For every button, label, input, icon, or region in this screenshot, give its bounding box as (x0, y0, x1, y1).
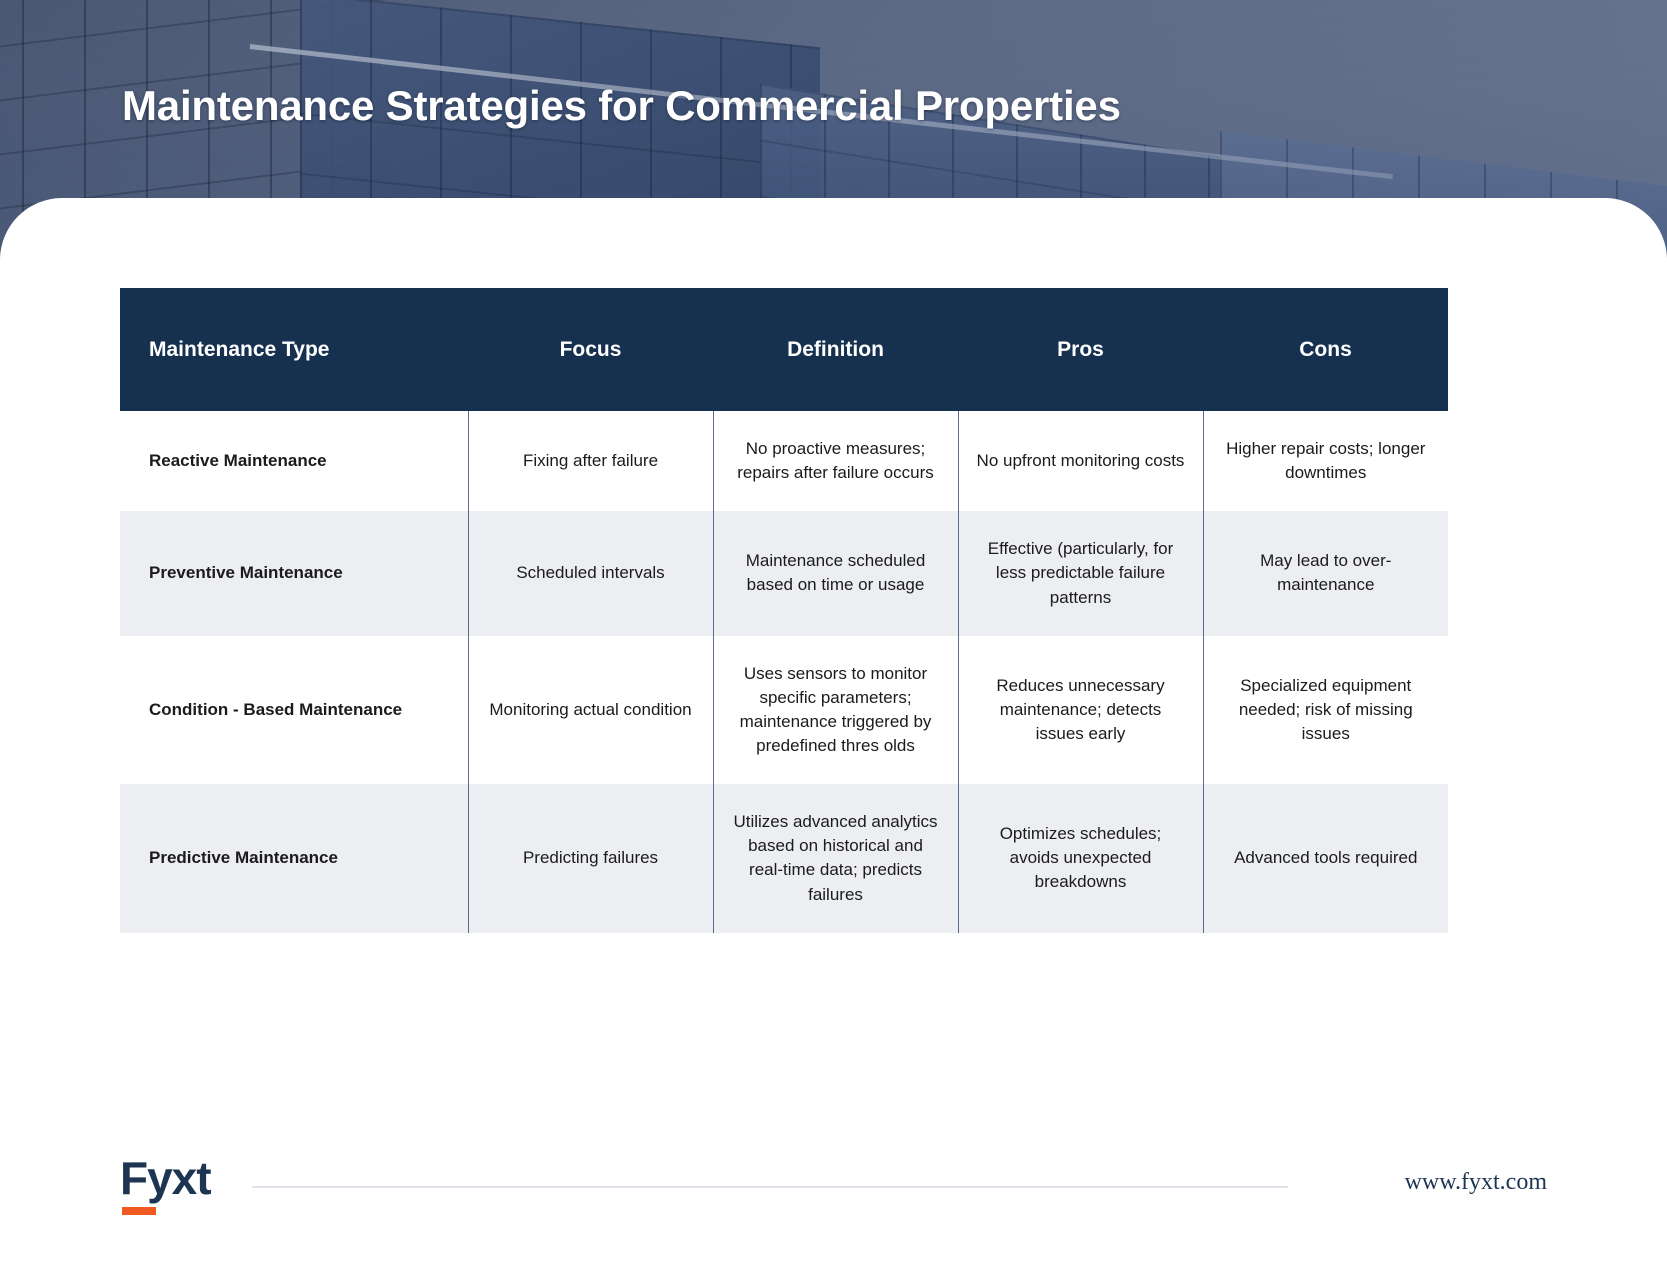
comparison-table-container: Maintenance Type Focus Definition Pros C… (120, 288, 1448, 933)
cell-focus: Fixing after failure (467, 411, 713, 512)
table-row: Preventive Maintenance Scheduled interva… (120, 511, 1448, 636)
content-card: Maintenance Type Focus Definition Pros C… (0, 198, 1667, 1263)
column-header-focus: Focus (468, 288, 713, 411)
column-header-maintenance-type: Maintenance Type (120, 288, 468, 411)
cell-cons: May lead to over-maintenance (1202, 511, 1448, 636)
table-row: Predictive Maintenance Predicting failur… (120, 784, 1448, 933)
cell-pros: Reduces unnecessary maintenance; detects… (957, 635, 1203, 785)
maintenance-strategies-table: Maintenance Type Focus Definition Pros C… (120, 288, 1448, 933)
cell-focus: Monitoring actual condition (467, 635, 713, 785)
cell-cons: Advanced tools required (1202, 784, 1448, 933)
cell-definition: Uses sensors to monitor specific paramet… (712, 635, 958, 785)
footer: Fyxt www.fyxt.com (0, 1155, 1667, 1235)
column-header-cons: Cons (1203, 288, 1448, 411)
footer-divider (252, 1186, 1288, 1188)
cell-pros: Effective (particularly, for less predic… (957, 511, 1203, 636)
table-header-row: Maintenance Type Focus Definition Pros C… (120, 288, 1448, 411)
cell-maintenance-type: Condition - Based Maintenance (120, 635, 468, 785)
table-header: Maintenance Type Focus Definition Pros C… (120, 288, 1448, 411)
cell-focus: Scheduled intervals (467, 511, 713, 636)
table-row: Condition - Based Maintenance Monitoring… (120, 635, 1448, 785)
table-body: Reactive Maintenance Fixing after failur… (120, 411, 1448, 933)
fyxt-logo[interactable]: Fyxt (120, 1155, 230, 1217)
cell-definition: No proactive measures; repairs after fai… (712, 411, 958, 512)
cell-focus: Predicting failures (467, 784, 713, 933)
cell-maintenance-type: Predictive Maintenance (120, 784, 468, 933)
table-row: Reactive Maintenance Fixing after failur… (120, 411, 1448, 512)
cell-cons: Specialized equipment needed; risk of mi… (1202, 635, 1448, 785)
cell-maintenance-type: Reactive Maintenance (120, 411, 468, 512)
column-header-pros: Pros (958, 288, 1203, 411)
cell-pros: Optimizes schedules; avoids unexpected b… (957, 784, 1203, 933)
cell-definition: Maintenance scheduled based on time or u… (712, 511, 958, 636)
cell-cons: Higher repair costs; longer downtimes (1202, 411, 1448, 512)
column-header-definition: Definition (713, 288, 958, 411)
cell-pros: No upfront monitoring costs (957, 411, 1203, 512)
footer-website-url[interactable]: www.fyxt.com (1405, 1169, 1547, 1196)
cell-definition: Utilizes advanced analytics based on his… (712, 784, 958, 933)
page-title: Maintenance Strategies for Commercial Pr… (122, 82, 1121, 129)
fyxt-logo-text: Fyxt (120, 1152, 212, 1204)
fyxt-logo-accent-bar (122, 1207, 156, 1215)
cell-maintenance-type: Preventive Maintenance (120, 511, 468, 636)
